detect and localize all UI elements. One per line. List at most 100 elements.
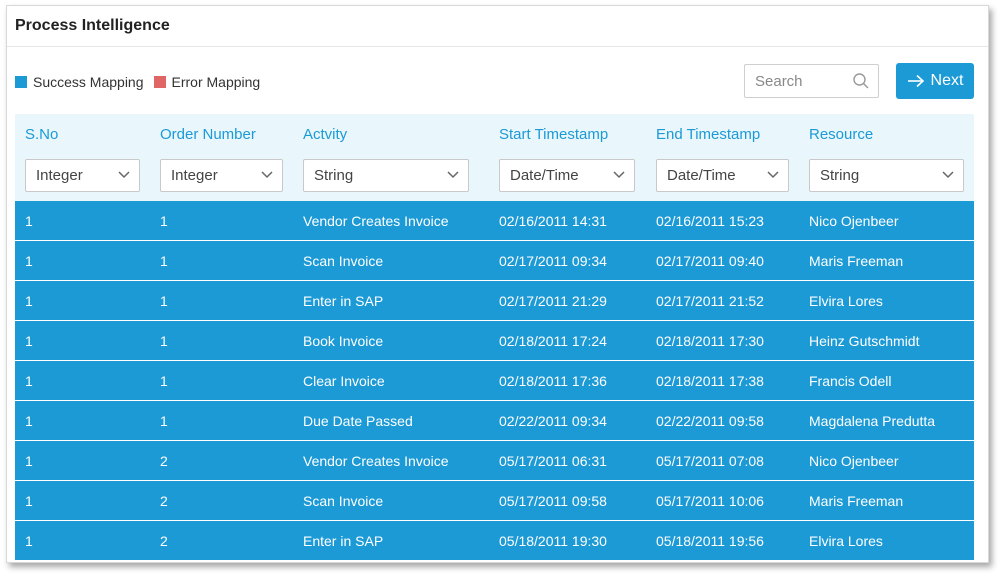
- table-cell: 2: [160, 533, 168, 549]
- column-header[interactable]: End Timestamp: [656, 126, 760, 143]
- table-cell: 1: [25, 293, 33, 309]
- table-cell: 02/18/2011 17:38: [656, 373, 764, 389]
- table-cell: Heinz Gutschmidt: [809, 333, 920, 349]
- type-select[interactable]: Integer: [160, 159, 283, 192]
- table-cell: 05/17/2011 06:31: [499, 453, 607, 469]
- page-title: Process Intelligence: [15, 17, 170, 34]
- type-select-value: Date/Time: [667, 167, 736, 184]
- table-cell: 02/17/2011 09:40: [656, 253, 764, 269]
- table-cell: Maris Freeman: [809, 253, 904, 269]
- table-row[interactable]: 1 1 Vendor Creates Invoice 02/16/2011 14:31…: [15, 201, 974, 241]
- table-cell: 1: [25, 373, 33, 389]
- table-header: S.No Integer Order Number Integer Actvity Str…: [15, 114, 974, 201]
- table-cell: 1: [25, 413, 33, 429]
- table-cell: 1: [25, 253, 33, 269]
- table-cell: 1: [25, 213, 33, 229]
- type-select[interactable]: String: [809, 159, 964, 192]
- table-cell: Nico Ojenbeer: [809, 213, 899, 229]
- table-row[interactable]: 1 1 Book Invoice 02/18/2011 17:24 02/18/2011…: [15, 321, 974, 361]
- chevron-down-icon[interactable]: [942, 171, 954, 179]
- table-cell: 05/17/2011 10:06: [656, 493, 764, 509]
- table-cell: 1: [160, 253, 168, 269]
- type-select[interactable]: String: [303, 159, 469, 192]
- table-cell: 1: [160, 333, 168, 349]
- type-select-value: String: [314, 167, 354, 184]
- table-cell: 1: [160, 373, 168, 389]
- legend-item-success: Success Mapping: [15, 74, 144, 90]
- table-row[interactable]: 1 2 Vendor Creates Invoice 05/17/2011 06:31…: [15, 441, 974, 481]
- table-cell: Scan Invoice: [303, 493, 384, 509]
- type-select[interactable]: Integer: [25, 159, 140, 192]
- search-icon[interactable]: [852, 72, 870, 90]
- type-select-value: String: [820, 167, 860, 184]
- table-cell: Book Invoice: [303, 333, 384, 349]
- table-cell: Vendor Creates Invoice: [303, 453, 449, 469]
- search-box[interactable]: [744, 64, 879, 98]
- table-cell: 02/17/2011 21:29: [499, 293, 607, 309]
- table-row[interactable]: 1 2 Scan Invoice 05/17/2011 09:58 05/17/2011…: [15, 481, 974, 521]
- table-cell: 05/18/2011 19:56: [656, 533, 764, 549]
- table-cell: 02/16/2011 14:31: [499, 213, 607, 229]
- table-cell: Elvira Lores: [809, 533, 883, 549]
- table-cell: 02/16/2011 15:23: [656, 213, 764, 229]
- table-cell: Scan Invoice: [303, 253, 384, 269]
- next-button-label: Next: [930, 72, 964, 89]
- table-cell: 02/17/2011 09:34: [499, 253, 607, 269]
- table-row[interactable]: 1 1 Enter in SAP 02/17/2011 21:29 02/17/2011…: [15, 281, 974, 321]
- table-cell: Enter in SAP: [303, 533, 384, 549]
- table-cell: 1: [25, 333, 33, 349]
- arrow-right-icon: [907, 74, 924, 88]
- table-cell: Elvira Lores: [809, 293, 883, 309]
- column-header[interactable]: Actvity: [303, 126, 347, 143]
- column-header[interactable]: Start Timestamp: [499, 126, 608, 143]
- table-row[interactable]: 1 1 Scan Invoice 02/17/2011 09:34 02/17/2011…: [15, 241, 974, 281]
- legend: Success Mapping Error Mapping: [15, 74, 270, 90]
- table-cell: Vendor Creates Invoice: [303, 213, 449, 229]
- type-select-value: Integer: [36, 167, 83, 184]
- type-select-value: Date/Time: [510, 167, 579, 184]
- next-button[interactable]: Next: [896, 63, 974, 99]
- table-cell: 1: [25, 453, 33, 469]
- table-cell: 05/17/2011 09:58: [499, 493, 607, 509]
- table-cell: 05/17/2011 07:08: [656, 453, 764, 469]
- table-cell: Magdalena Predutta: [809, 413, 936, 429]
- type-select-value: Integer: [171, 167, 218, 184]
- search-input[interactable]: [753, 71, 852, 91]
- chevron-down-icon[interactable]: [767, 171, 779, 179]
- table-cell: Due Date Passed: [303, 413, 413, 429]
- chevron-down-icon[interactable]: [447, 171, 459, 179]
- table-cell: 1: [160, 293, 168, 309]
- table-cell: 02/17/2011 21:52: [656, 293, 764, 309]
- table-cell: Nico Ojenbeer: [809, 453, 899, 469]
- chevron-down-icon[interactable]: [261, 171, 273, 179]
- app-window: Process Intelligence Success Mapping Err…: [6, 5, 989, 563]
- table-cell: 02/18/2011 17:24: [499, 333, 607, 349]
- chevron-down-icon[interactable]: [118, 171, 130, 179]
- table-row[interactable]: 1 2 Enter in SAP 05/18/2011 19:30 05/18/2011…: [15, 521, 974, 561]
- table-row[interactable]: 1 1 Clear Invoice 02/18/2011 17:36 02/18/201…: [15, 361, 974, 401]
- column-header[interactable]: Order Number: [160, 126, 256, 143]
- table-cell: 1: [25, 493, 33, 509]
- type-select[interactable]: Date/Time: [499, 159, 635, 192]
- legend-label-success: Success Mapping: [33, 74, 144, 90]
- table-cell: Clear Invoice: [303, 373, 385, 389]
- table-cell: Francis Odell: [809, 373, 892, 389]
- table-cell: Maris Freeman: [809, 493, 904, 509]
- toolbar: Success Mapping Error Mapping Next: [7, 47, 988, 113]
- success-swatch-icon: [15, 76, 27, 88]
- type-select[interactable]: Date/Time: [656, 159, 789, 192]
- table-cell: 02/22/2011 09:58: [656, 413, 764, 429]
- column-header[interactable]: Resource: [809, 126, 873, 143]
- data-table: S.No Integer Order Number Integer Actvity Str…: [15, 114, 974, 561]
- column-header[interactable]: S.No: [25, 126, 58, 143]
- table-cell: 02/18/2011 17:36: [499, 373, 607, 389]
- title-bar: Process Intelligence: [7, 6, 988, 47]
- table-cell: 2: [160, 453, 168, 469]
- table-cell: 1: [160, 413, 168, 429]
- table-row[interactable]: 1 1 Due Date Passed 02/22/2011 09:34 02/22/2…: [15, 401, 974, 441]
- table-cell: 05/18/2011 19:30: [499, 533, 607, 549]
- chevron-down-icon[interactable]: [613, 171, 625, 179]
- table-body: 1 1 Vendor Creates Invoice 02/16/2011 14:31…: [15, 201, 974, 561]
- table-cell: Enter in SAP: [303, 293, 384, 309]
- table-cell: 2: [160, 493, 168, 509]
